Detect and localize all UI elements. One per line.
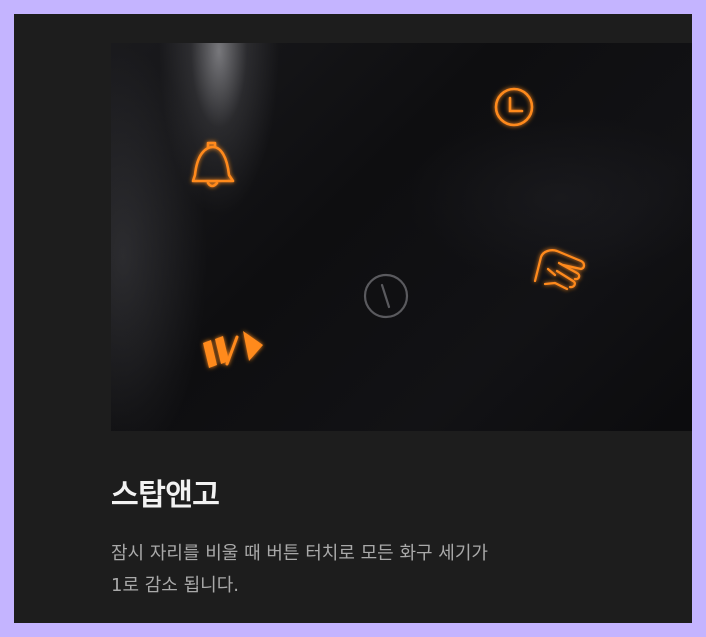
feature-card: 스탑앤고 잠시 자리를 비울 때 버튼 터치로 모든 화구 세기가 1로 감소 … (14, 14, 692, 623)
bell-icon (191, 141, 235, 188)
stop-and-go-icon (203, 331, 263, 368)
feature-description: 잠시 자리를 비울 때 버튼 터치로 모든 화구 세기가 1로 감소 됩니다. (111, 538, 631, 602)
cooktop-icons (191, 87, 586, 368)
clock-icon (494, 87, 534, 127)
description-line: 잠시 자리를 비울 때 버튼 터치로 모든 화구 세기가 (111, 543, 488, 564)
hand-touch-icon (533, 249, 586, 291)
power-icon (363, 273, 409, 319)
description-line: 1로 감소 됩니다. (111, 575, 239, 596)
feature-title: 스탑앤고 (111, 478, 220, 513)
cooktop-photo (111, 43, 692, 431)
